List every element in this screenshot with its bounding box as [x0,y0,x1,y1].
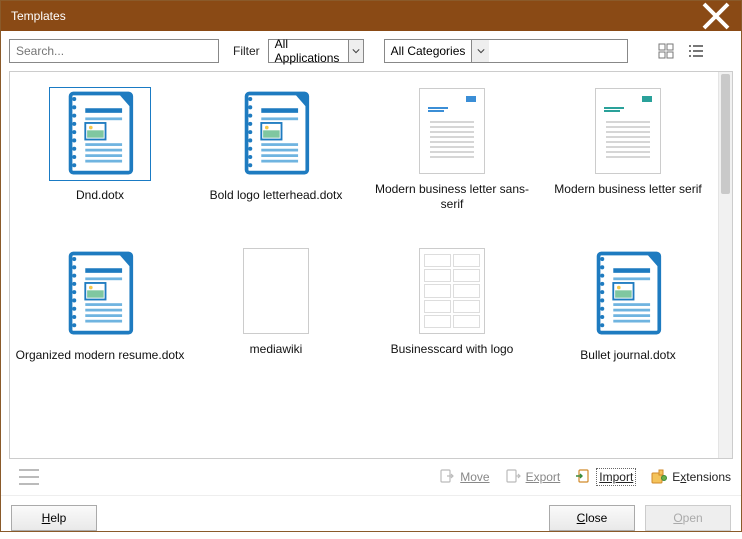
template-list-container: Dnd.dotx Bold logo letterhead.dotx Moder… [9,71,733,459]
close-icon [701,1,731,31]
template-label: Modern business letter serif [554,182,701,197]
scrollbar[interactable] [718,72,732,458]
close-button[interactable]: Close [549,505,635,531]
template-label: Dnd.dotx [76,188,124,203]
titlebar: Templates [1,1,741,31]
chevron-down-icon [471,40,489,62]
close-window-button[interactable] [701,1,731,31]
template-item[interactable]: Modern business letter serif [542,82,714,212]
chevron-down-icon [348,40,363,62]
import-button[interactable]: Import [574,468,636,486]
extensions-icon [650,468,668,486]
extensions-button[interactable]: Extensions [650,468,731,486]
template-label: Modern business letter sans-serif [367,182,537,212]
scrollbar-thumb[interactable] [721,74,730,194]
template-label: Organized modern resume.dotx [16,348,185,363]
help-button[interactable]: Help [11,505,97,531]
letter-preview [424,93,480,169]
footer: Help Close Open [1,495,741,539]
template-item[interactable]: Modern business letter sans-serif [366,82,538,212]
open-button: Open [645,505,731,531]
template-label: Bold logo letterhead.dotx [210,188,343,203]
filter-label: Filter [233,44,260,58]
template-item[interactable]: Bold logo letterhead.dotx [190,82,362,212]
document-icon [582,248,674,340]
move-button: Move [438,468,489,486]
move-icon [438,468,456,486]
search-input[interactable] [9,39,219,63]
document-icon [54,88,146,180]
list-view-button[interactable] [686,41,706,61]
export-button: Export [504,468,561,486]
letter-preview [600,93,656,169]
window-title: Templates [11,9,701,23]
document-icon [54,248,146,340]
template-item[interactable]: Businesscard with logo [366,242,538,363]
grid-icon [658,43,674,59]
template-item[interactable]: Bullet journal.dotx [542,242,714,363]
action-row: Move Export Import Extensions [1,459,741,495]
template-label: Businesscard with logo [391,342,514,357]
import-icon [574,468,592,486]
list-icon [688,43,704,59]
thumbnail-view-button[interactable] [656,41,676,61]
template-item[interactable]: Dnd.dotx [14,82,186,212]
template-label: Bullet journal.dotx [580,348,675,363]
category-filter-combo[interactable]: All Categories [384,39,628,63]
document-icon [230,88,322,180]
application-filter-combo[interactable]: All Applications [268,39,364,63]
menu-button[interactable] [19,469,39,485]
toolbar: Filter All Applications All Categories [1,31,741,71]
template-item[interactable]: mediawiki [190,242,362,363]
template-label: mediawiki [250,342,303,357]
template-item[interactable]: Organized modern resume.dotx [14,242,186,363]
export-icon [504,468,522,486]
